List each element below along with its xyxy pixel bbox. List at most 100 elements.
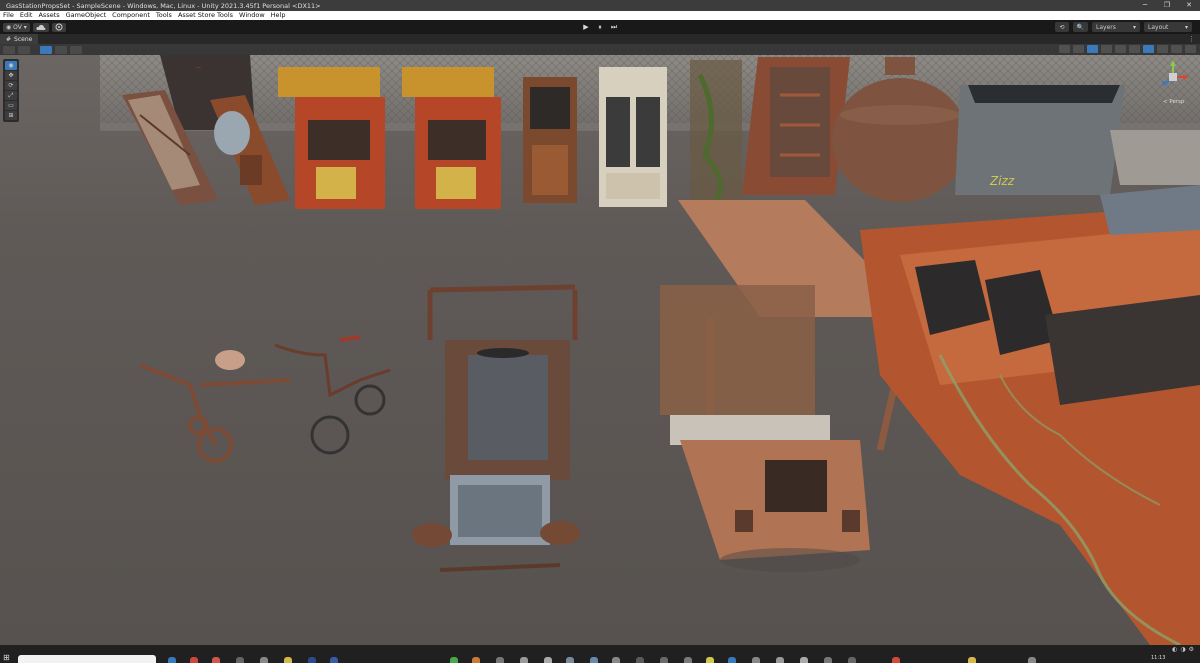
app-icon[interactable] [450, 657, 458, 663]
cloud-icon [36, 24, 46, 30]
app-icon[interactable] [776, 657, 784, 663]
window-title: GasStationPropsSet - SampleScene - Windo… [6, 1, 321, 10]
title-bar: GasStationPropsSet - SampleScene - Windo… [0, 0, 1200, 11]
app-icon[interactable] [892, 657, 900, 663]
play-button[interactable]: ▶ [579, 22, 593, 32]
app-icon[interactable] [684, 657, 692, 663]
scale-tool-button[interactable]: ⤢ [5, 91, 17, 100]
transform-tool-button[interactable]: ⊞ [5, 111, 17, 120]
collab-button[interactable] [51, 22, 66, 32]
app-icon[interactable] [496, 657, 504, 663]
effects-toggle[interactable] [1115, 45, 1126, 53]
move-tool-button[interactable]: ✥ [5, 71, 17, 80]
menu-tools[interactable]: Tools [153, 11, 175, 20]
app-icon[interactable] [260, 657, 268, 663]
menu-file[interactable]: File [0, 11, 17, 20]
scene-viewport[interactable]: ~ Zizz [0, 55, 1200, 645]
rect-tool-button[interactable]: ▭ [5, 101, 17, 110]
app-icon[interactable] [1028, 657, 1036, 663]
taskbar-search-input[interactable] [18, 655, 156, 663]
grid-button[interactable] [70, 45, 82, 54]
tab-scene[interactable]: # Scene [0, 34, 39, 44]
cloud-button[interactable] [32, 22, 49, 32]
svg-text:~: ~ [195, 63, 202, 72]
vending-fridge [599, 67, 667, 207]
pivot-button[interactable] [18, 45, 30, 54]
extra-button[interactable] [1185, 45, 1196, 53]
grid-snap-button[interactable] [40, 45, 52, 54]
menu-component[interactable]: Component [109, 11, 153, 20]
app-icon[interactable] [566, 657, 574, 663]
2d-toggle[interactable] [1073, 45, 1084, 53]
vine-trellis [690, 60, 742, 202]
taskbar-clock[interactable]: 11:13 [1151, 655, 1165, 661]
menu-assets[interactable]: Assets [35, 11, 62, 20]
perspective-label[interactable]: < Persp [1163, 99, 1184, 105]
step-button[interactable]: ⏭ [607, 22, 621, 32]
tool-handle-button[interactable] [3, 45, 15, 54]
lighting-toggle[interactable] [1087, 45, 1098, 53]
app-icon[interactable] [728, 657, 736, 663]
overlay-button[interactable] [1171, 45, 1182, 53]
system-tray: ◐ ◑ ⚙ [1172, 646, 1194, 653]
app-icon[interactable] [800, 657, 808, 663]
audio-toggle[interactable] [1101, 45, 1112, 53]
dumpster: Zizz [955, 85, 1125, 195]
view-tool-button[interactable]: ◉ [5, 61, 17, 70]
app-icon[interactable] [824, 657, 832, 663]
network-icon[interactable]: ◐ [1172, 646, 1177, 653]
chevron-down-icon: ▾ [1132, 23, 1136, 31]
undo-history-button[interactable]: ⟲ [1055, 22, 1069, 32]
gas-pump-2 [402, 67, 501, 209]
app-icon[interactable] [636, 657, 644, 663]
app-icon[interactable] [472, 657, 480, 663]
close-button[interactable]: ✕ [1178, 0, 1200, 11]
maximize-button[interactable]: ❐ [1156, 0, 1178, 11]
collab-icon [55, 23, 63, 31]
scene-toolbar-right [1059, 45, 1196, 53]
app-icon[interactable] [330, 657, 338, 663]
account-dropdown[interactable]: ◉ OV ▾ [3, 22, 30, 32]
app-icon[interactable] [520, 657, 528, 663]
layers-label: Layers [1096, 23, 1116, 31]
tab-menu-button[interactable]: ⋮ [1188, 35, 1195, 43]
app-icon[interactable] [236, 657, 244, 663]
app-icon[interactable] [612, 657, 620, 663]
app-icon[interactable] [590, 657, 598, 663]
menu-help[interactable]: Help [268, 11, 289, 20]
layout-dropdown[interactable]: Layout ▾ [1144, 22, 1192, 32]
tab-scene-label: Scene [14, 35, 33, 43]
minimize-button[interactable]: ─ [1134, 0, 1156, 11]
app-icon[interactable] [284, 657, 292, 663]
app-icon[interactable] [544, 657, 552, 663]
app-icon[interactable] [706, 657, 714, 663]
search-button[interactable]: 🔍 [1072, 22, 1088, 32]
app-icon[interactable] [848, 657, 856, 663]
os-taskbar: ⊞ ◐ ◑ ⚙ 11:13 [0, 645, 1200, 663]
app-icon[interactable] [212, 657, 220, 663]
windows-start-icon[interactable]: ⊞ [3, 653, 13, 662]
app-icon[interactable] [660, 657, 668, 663]
window-controls: ─ ❐ ✕ [1134, 0, 1200, 11]
chevron-down-icon: ▾ [1184, 23, 1188, 31]
hidden-objects-toggle[interactable] [1129, 45, 1140, 53]
pause-button[interactable]: ⏸ [593, 22, 607, 32]
menu-edit[interactable]: Edit [17, 11, 36, 20]
app-icon[interactable] [752, 657, 760, 663]
draw-mode-button[interactable] [1059, 45, 1070, 53]
app-icon[interactable] [190, 657, 198, 663]
rotate-tool-button[interactable]: ⟳ [5, 81, 17, 90]
app-icon[interactable] [308, 657, 316, 663]
menu-asset-store-tools[interactable]: Asset Store Tools [175, 11, 236, 20]
menu-gameobject[interactable]: GameObject [63, 11, 110, 20]
app-icon[interactable] [168, 657, 176, 663]
settings-icon[interactable]: ⚙ [1189, 646, 1194, 653]
playmode-controls: ▶ ⏸ ⏭ [579, 22, 621, 32]
snap-increment-button[interactable] [55, 45, 67, 54]
gizmos-button[interactable] [1157, 45, 1168, 53]
volume-icon[interactable]: ◑ [1180, 646, 1185, 653]
app-icon[interactable] [968, 657, 976, 663]
camera-button[interactable] [1143, 45, 1154, 53]
layers-dropdown[interactable]: Layers ▾ [1092, 22, 1140, 32]
menu-window[interactable]: Window [236, 11, 268, 20]
